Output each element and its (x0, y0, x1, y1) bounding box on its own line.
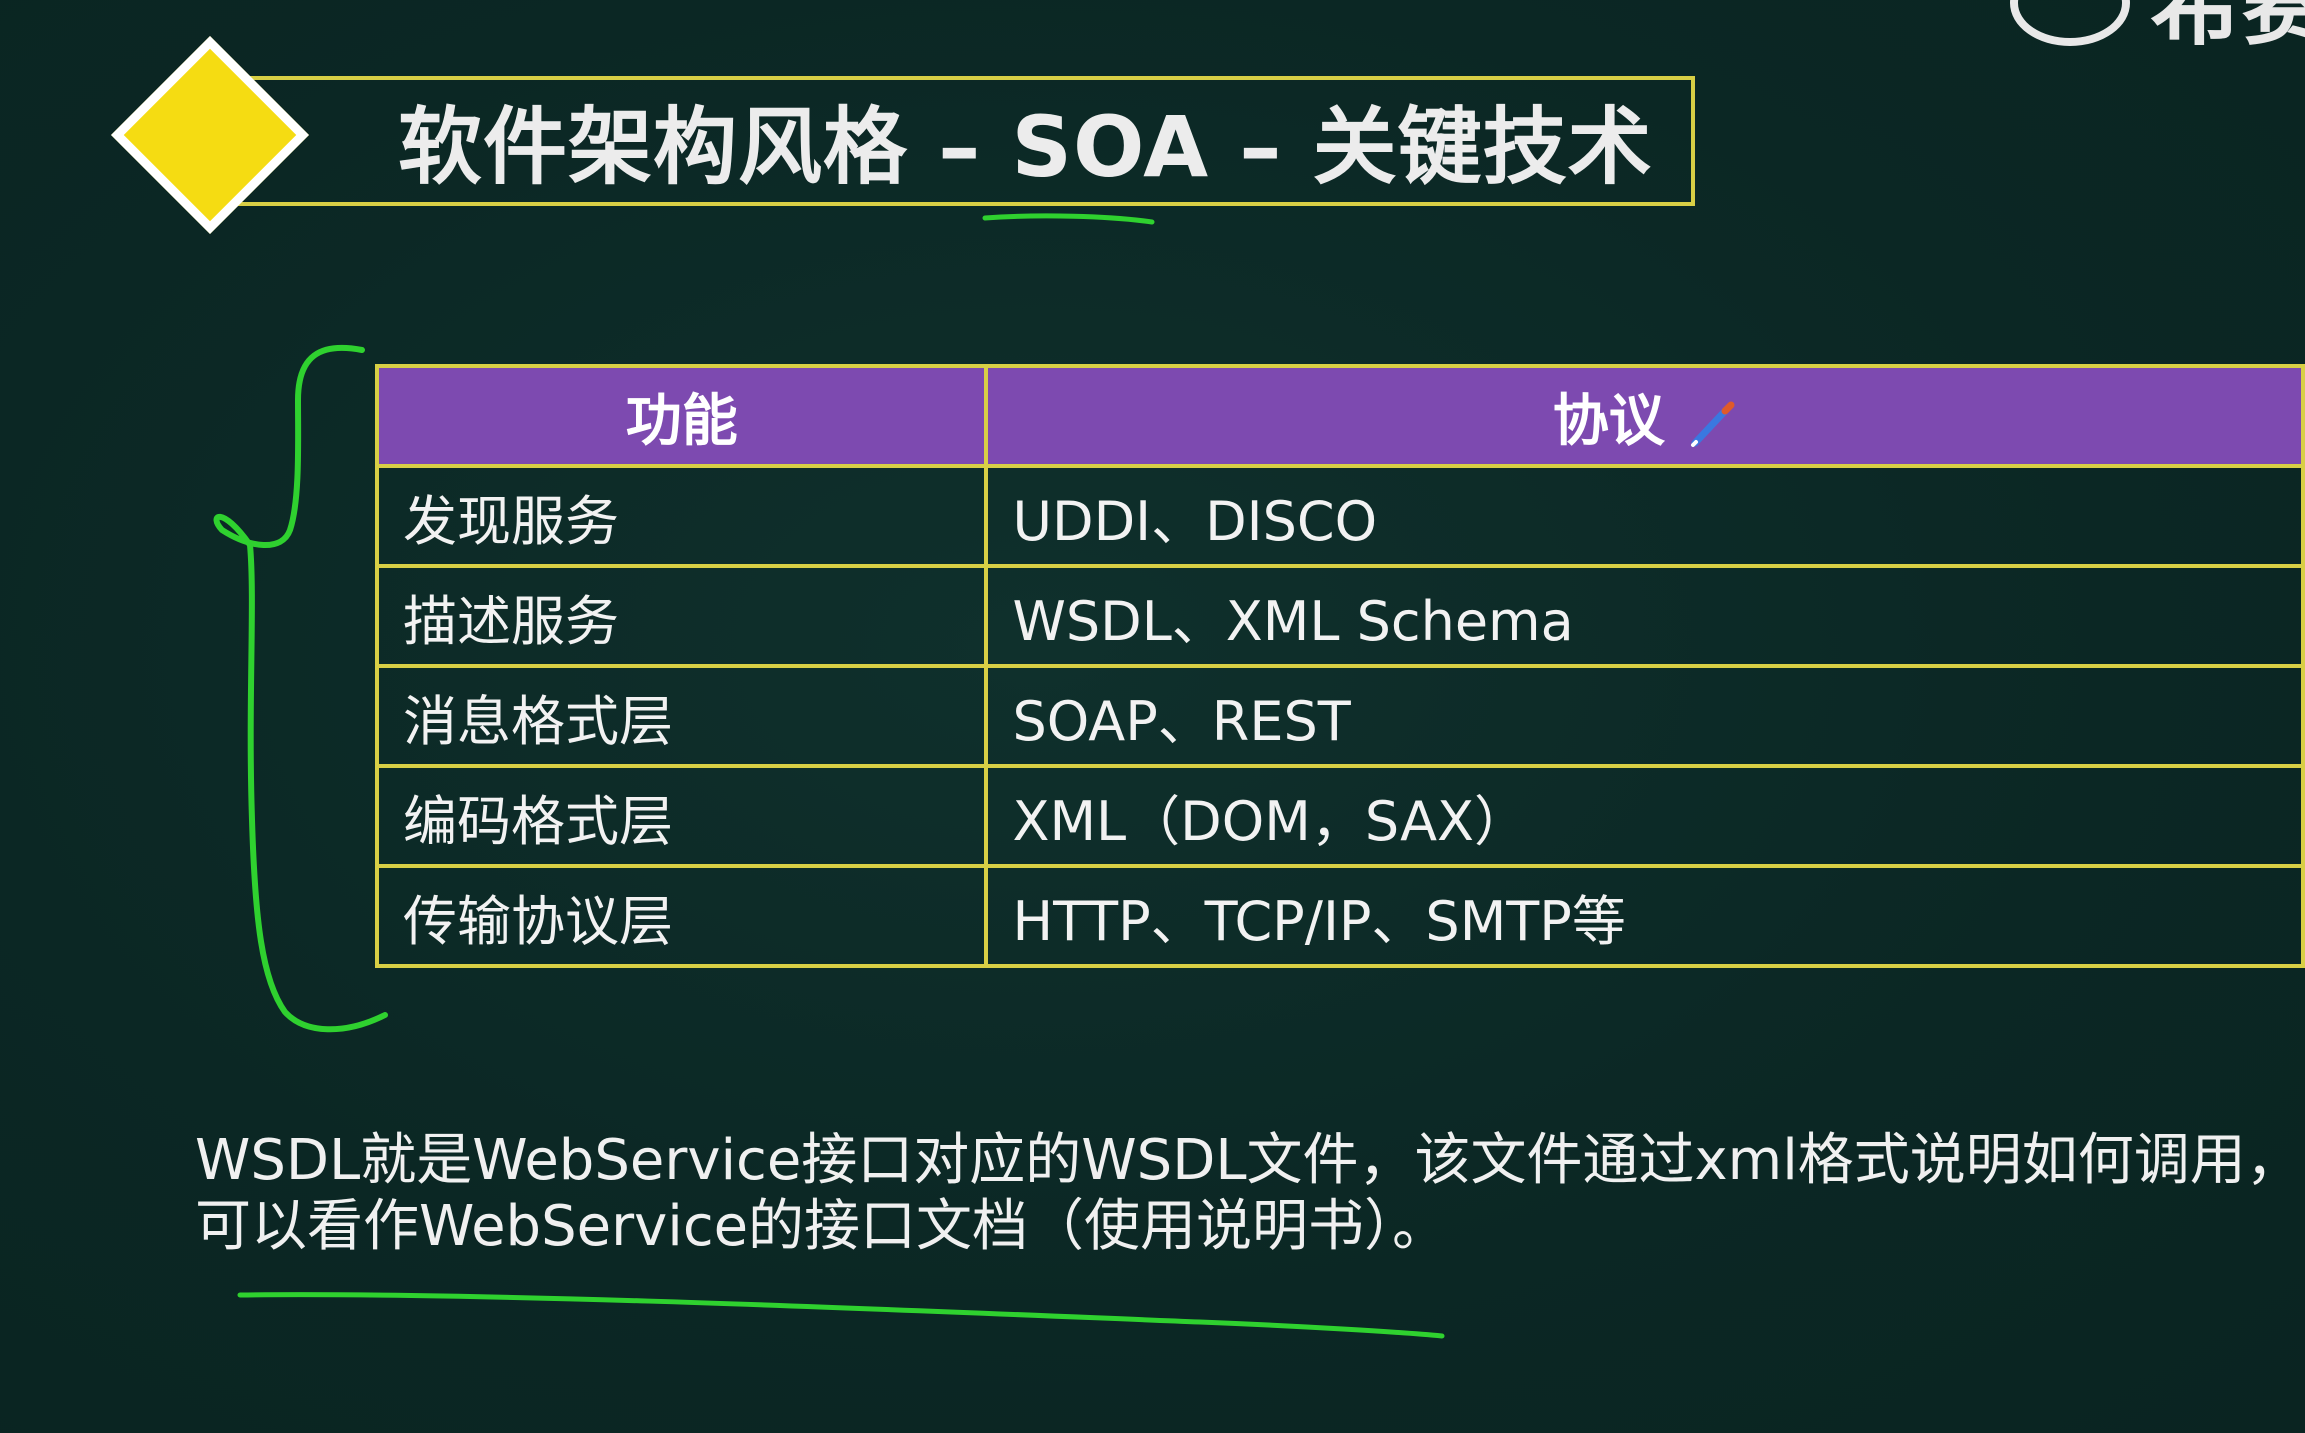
cell-function: 传输协议层 (374, 864, 989, 968)
table-header-row: 功能 协议 (374, 364, 2305, 468)
cell-function: 发现服务 (374, 464, 989, 568)
slide: 软件架构风格 – SOA – 关键技术 希赛 功能 协议 发现服务 UDDI、D… (0, 0, 2305, 1433)
logo-text: 希赛 (2150, 0, 2305, 58)
annotation-note-underline (237, 1292, 1445, 1339)
note-line-1: WSDL就是WebService接口对应的WSDL文件，该文件通过xml格式说明… (195, 1128, 2302, 1193)
table-row: 传输协议层 HTTP、TCP/IP、SMTP等 (374, 864, 2305, 968)
cell-function: 编码格式层 (374, 764, 989, 868)
cell-function: 消息格式层 (374, 664, 989, 768)
table-row: 描述服务 WSDL、XML Schema (374, 564, 2305, 668)
table-row: 消息格式层 SOAP、REST (374, 664, 2305, 768)
table-row: 发现服务 UDDI、DISCO (374, 464, 2305, 568)
explanation-note: WSDL就是WebService接口对应的WSDL文件，该文件通过xml格式说明… (195, 1128, 2302, 1260)
protocol-table: 功能 协议 发现服务 UDDI、DISCO 描述服务 WSDL、XML Sche… (374, 364, 2305, 968)
cell-protocol: WSDL、XML Schema (984, 564, 2305, 668)
cell-protocol: UDDI、DISCO (984, 464, 2305, 568)
brand-logo: 希赛 (2000, 0, 2305, 70)
cell-protocol: HTTP、TCP/IP、SMTP等 (984, 864, 2305, 968)
note-line-2: 可以看作WebService的接口文档（使用说明书）。 (195, 1194, 1449, 1259)
cell-protocol: SOAP、REST (984, 664, 2305, 768)
header-function-label: 功能 (625, 388, 738, 454)
annotation-title-underline (982, 213, 1155, 225)
pen-cursor-icon (1690, 401, 1735, 448)
header-protocol: 协议 (984, 364, 2305, 468)
cell-protocol: XML（DOM，SAX） (984, 764, 2305, 868)
annotation-brace (213, 344, 388, 1033)
table-row: 编码格式层 XML（DOM，SAX） (374, 764, 2305, 868)
slide-title: 软件架构风格 – SOA – 关键技术 (398, 98, 1653, 196)
logo-circle-icon (2010, 0, 2130, 46)
header-function: 功能 (374, 364, 989, 468)
header-protocol-label: 协议 (1552, 388, 1665, 454)
cell-function: 描述服务 (374, 564, 989, 668)
